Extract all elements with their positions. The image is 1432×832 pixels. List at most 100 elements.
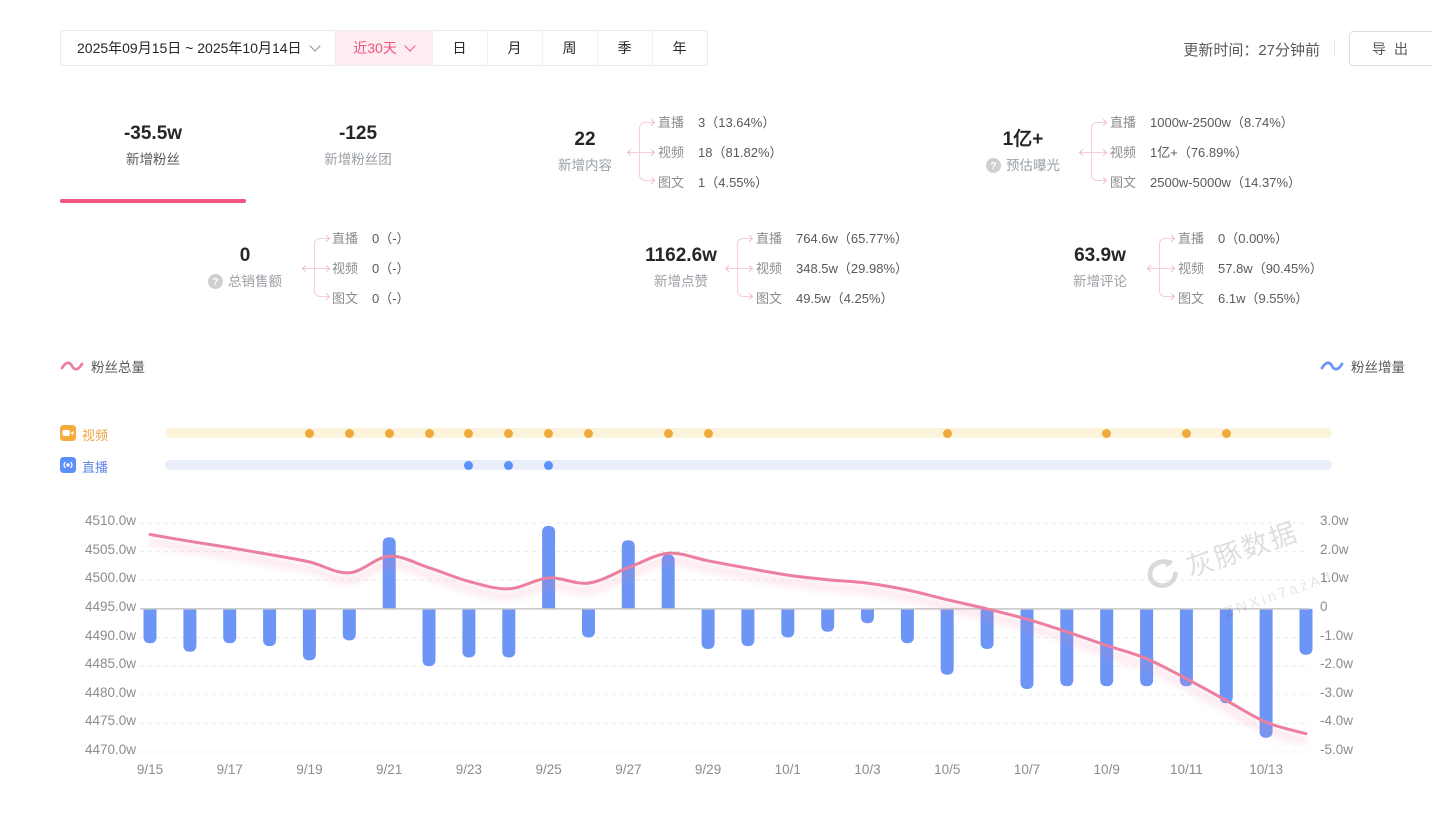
content-marker-dot[interactable] bbox=[345, 429, 354, 438]
tab-year[interactable]: 年 bbox=[652, 31, 707, 65]
tab-quarter-label: 季 bbox=[618, 38, 632, 58]
right-axis-tick: 2.0w bbox=[1320, 542, 1390, 557]
content-marker-dot[interactable] bbox=[943, 429, 952, 438]
content-marker-dot[interactable] bbox=[584, 429, 593, 438]
right-axis-tick: -2.0w bbox=[1320, 656, 1390, 671]
content-marker-dot[interactable] bbox=[425, 429, 434, 438]
legend-fans-delta[interactable]: 粉丝增量 bbox=[1320, 356, 1405, 376]
export-button[interactable]: 导出 bbox=[1349, 31, 1432, 66]
x-axis-tick: 9/19 bbox=[279, 762, 339, 777]
video-row-label: 视频 bbox=[82, 425, 108, 444]
content-marker-dot[interactable] bbox=[544, 429, 553, 438]
quick-range-label: 近30天 bbox=[353, 38, 397, 58]
blue-wave-icon bbox=[1320, 359, 1344, 373]
stat-value: -35.5w bbox=[124, 120, 182, 148]
legend-fans-total[interactable]: 粉丝总量 bbox=[60, 356, 145, 376]
fans-delta-bar bbox=[383, 537, 396, 609]
right-axis-tick: -5.0w bbox=[1320, 742, 1390, 757]
right-axis-tick: 3.0w bbox=[1320, 513, 1390, 528]
breakdown-key: 直播 bbox=[756, 228, 784, 247]
tab-week[interactable]: 周 bbox=[542, 31, 597, 65]
content-marker-dot[interactable] bbox=[664, 429, 673, 438]
breakdown-row: 视频0（-） bbox=[332, 254, 572, 281]
left-axis-tick: 4485.0w bbox=[48, 656, 136, 671]
fans-delta-bar bbox=[781, 609, 794, 638]
tab-quarter[interactable]: 季 bbox=[597, 31, 652, 65]
tab-month[interactable]: 月 bbox=[487, 31, 542, 65]
stat-label: 新增粉丝团 bbox=[324, 148, 392, 172]
help-icon[interactable]: ? bbox=[208, 274, 223, 289]
x-axis-tick: 9/23 bbox=[439, 762, 499, 777]
breakdown-key: 图文 bbox=[1110, 172, 1138, 191]
stat-card-new-fanclub[interactable]: -125 新增粉丝团 bbox=[265, 100, 451, 192]
stat-card-new-likes[interactable]: 1162.6w 新增点赞 直播764.6w（65.77%） 视频348.5w（29… bbox=[605, 224, 1005, 311]
content-marker-dot[interactable] bbox=[1182, 429, 1191, 438]
breakdown-list: 直播764.6w（65.77%）视频348.5w（29.98%）图文49.5w（… bbox=[756, 224, 996, 311]
content-marker-dot[interactable] bbox=[305, 429, 314, 438]
fans-delta-bar bbox=[144, 609, 157, 643]
pink-wave-icon bbox=[60, 359, 84, 373]
help-icon[interactable]: ? bbox=[986, 158, 1001, 173]
breakdown-key: 视频 bbox=[1178, 258, 1206, 277]
content-marker-dot[interactable] bbox=[504, 429, 513, 438]
stat-card-new-fans[interactable]: -35.5w 新增粉丝 bbox=[60, 100, 246, 192]
left-axis-tick: 4490.0w bbox=[48, 628, 136, 643]
breakdown-value: 1（4.55%） bbox=[698, 172, 768, 191]
fans-delta-bar bbox=[741, 609, 754, 646]
tab-day[interactable]: 日 bbox=[432, 31, 487, 65]
stat-card-new-content[interactable]: 22 新增内容 直播3（13.64%）视频18（81.82%）图文1（4.55%… bbox=[505, 108, 925, 195]
x-axis-tick: 9/27 bbox=[598, 762, 658, 777]
breakdown-value: 0（-） bbox=[372, 228, 410, 247]
toolbar-divider bbox=[1334, 39, 1335, 57]
breakdown-tree-connector bbox=[628, 108, 654, 195]
breakdown-row: 视频348.5w（29.98%） bbox=[756, 254, 996, 281]
content-marker-dot[interactable] bbox=[464, 461, 473, 470]
chart-canvas[interactable] bbox=[0, 505, 1432, 795]
left-axis-tick: 4470.0w bbox=[48, 742, 136, 757]
date-range-picker[interactable]: 2025年09月15日 ~ 2025年10月14日 bbox=[61, 31, 336, 65]
chevron-down-icon bbox=[404, 40, 415, 51]
right-axis-tick: -1.0w bbox=[1320, 628, 1390, 643]
breakdown-tree-connector bbox=[1148, 224, 1174, 311]
quick-range-last30days[interactable]: 近30天 bbox=[336, 31, 432, 65]
content-marker-dot[interactable] bbox=[1102, 429, 1111, 438]
left-axis-tick: 4500.0w bbox=[48, 570, 136, 585]
stat-label: 新增内容 bbox=[558, 154, 612, 178]
content-marker-dot[interactable] bbox=[1222, 429, 1231, 438]
live-icon bbox=[60, 457, 76, 473]
breakdown-key: 图文 bbox=[658, 172, 686, 191]
breakdown-row: 视频18（81.82%） bbox=[658, 138, 898, 165]
fans-total-line bbox=[150, 535, 1306, 734]
breakdown-value: 6.1w（9.55%） bbox=[1218, 288, 1308, 307]
breakdown-row: 直播764.6w（65.77%） bbox=[756, 224, 996, 251]
breakdown-row: 图文2500w-5000w（14.37%） bbox=[1110, 168, 1350, 195]
stat-card-estimated-exposure[interactable]: 1亿+ ? 预估曝光 直播1000w-2500w（8.74%）视频1亿+（76.… bbox=[945, 108, 1432, 195]
x-axis-tick: 10/5 bbox=[917, 762, 977, 777]
breakdown-row: 图文0（-） bbox=[332, 284, 572, 311]
breakdown-key: 视频 bbox=[1110, 142, 1138, 161]
stat-card-new-comments[interactable]: 63.9w 新增评论 直播0（0.00%）视频57.8w（90.45%）图文6.… bbox=[1020, 224, 1420, 311]
breakdown-value: 0（0.00%） bbox=[1218, 228, 1288, 247]
legend-label: 粉丝总量 bbox=[91, 356, 145, 376]
breakdown-tree-connector bbox=[726, 224, 752, 311]
stat-card-total-sales[interactable]: 0 ? 总销售额 直播0（-）视频0（-）图文0（-） bbox=[165, 224, 585, 311]
live-marker-track[interactable] bbox=[165, 460, 1332, 470]
stat-value: -125 bbox=[339, 120, 377, 148]
tab-week-label: 周 bbox=[563, 38, 577, 58]
chevron-down-icon bbox=[309, 40, 320, 51]
x-axis-tick: 10/11 bbox=[1156, 762, 1216, 777]
x-axis-tick: 9/21 bbox=[359, 762, 419, 777]
content-marker-dot[interactable] bbox=[385, 429, 394, 438]
video-marker-track[interactable] bbox=[165, 428, 1332, 438]
stat-value: 22 bbox=[574, 126, 595, 154]
stat-value: 1162.6w bbox=[645, 242, 717, 270]
content-marker-dot[interactable] bbox=[544, 461, 553, 470]
fans-delta-bar bbox=[223, 609, 236, 643]
content-marker-dot[interactable] bbox=[704, 429, 713, 438]
content-marker-dot[interactable] bbox=[504, 461, 513, 470]
content-marker-dot[interactable] bbox=[464, 429, 473, 438]
stat-label: 新增点赞 bbox=[654, 270, 708, 294]
right-axis-tick: 1.0w bbox=[1320, 570, 1390, 585]
fans-delta-bar bbox=[821, 609, 834, 632]
breakdown-key: 视频 bbox=[756, 258, 784, 277]
